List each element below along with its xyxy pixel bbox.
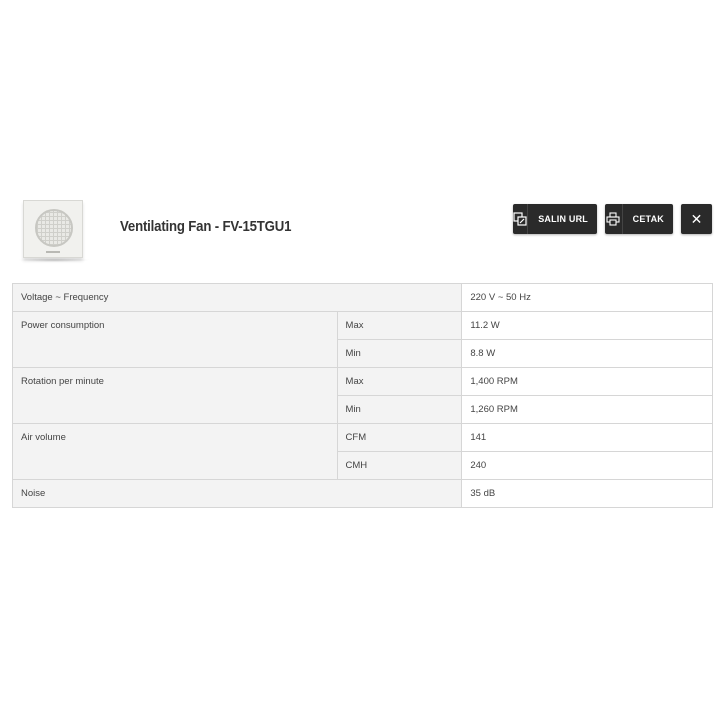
spec-sub: Min	[336, 339, 463, 368]
copy-url-label: SALIN URL	[538, 214, 588, 224]
product-header: Ventilating Fan - FV-15TGU1 SALIN URL CE…	[0, 0, 726, 280]
spec-value: 35 dB	[461, 479, 713, 508]
spec-value: 220 V ~ 50 Hz	[461, 283, 713, 312]
table-row: Air volume CFM 141	[12, 423, 713, 480]
printer-icon	[605, 204, 623, 234]
spec-name: Rotation per minute	[12, 367, 338, 424]
table-row: Voltage ~ Frequency 220 V ~ 50 Hz	[11, 283, 713, 312]
product-title: Ventilating Fan - FV-15TGU1	[120, 218, 292, 235]
product-thumbnail	[18, 196, 90, 262]
spec-sub: Max	[336, 367, 463, 396]
spec-value: 1,400 RPM	[461, 367, 713, 396]
print-label: CETAK	[632, 214, 664, 224]
spec-name: Power consumption	[12, 311, 338, 368]
close-button[interactable]: ✕	[681, 204, 712, 234]
copy-link-icon	[513, 204, 529, 234]
table-row: Power consumption Max 11.2 W	[12, 311, 713, 368]
fan-grille	[35, 209, 73, 247]
spec-value: 141	[461, 423, 713, 452]
spec-sub: CMH	[336, 451, 463, 480]
spec-value: 240	[461, 451, 713, 480]
spec-table: Voltage ~ Frequency 220 V ~ 50 Hz Power …	[11, 283, 713, 508]
spec-name: Air volume	[12, 423, 338, 480]
fan-shadow	[18, 258, 90, 262]
spec-sub: Min	[336, 395, 463, 424]
print-button[interactable]: CETAK	[605, 204, 673, 234]
spec-sub: CFM	[336, 423, 463, 452]
close-icon: ✕	[690, 210, 703, 227]
spec-value: 11.2 W	[461, 311, 713, 340]
spec-value: 1,260 RPM	[461, 395, 713, 424]
table-row: Rotation per minute Max 1,400 RPM	[12, 367, 713, 424]
fan-brand-mark	[46, 251, 60, 253]
spec-value: 8.8 W	[461, 339, 713, 368]
table-row: Noise 35 dB	[11, 479, 713, 508]
spec-name: Noise	[11, 479, 463, 508]
spec-sub: Max	[336, 311, 463, 340]
fan-image	[23, 200, 83, 258]
spec-name: Voltage ~ Frequency	[11, 283, 463, 312]
copy-url-button[interactable]: SALIN URL	[513, 204, 597, 234]
